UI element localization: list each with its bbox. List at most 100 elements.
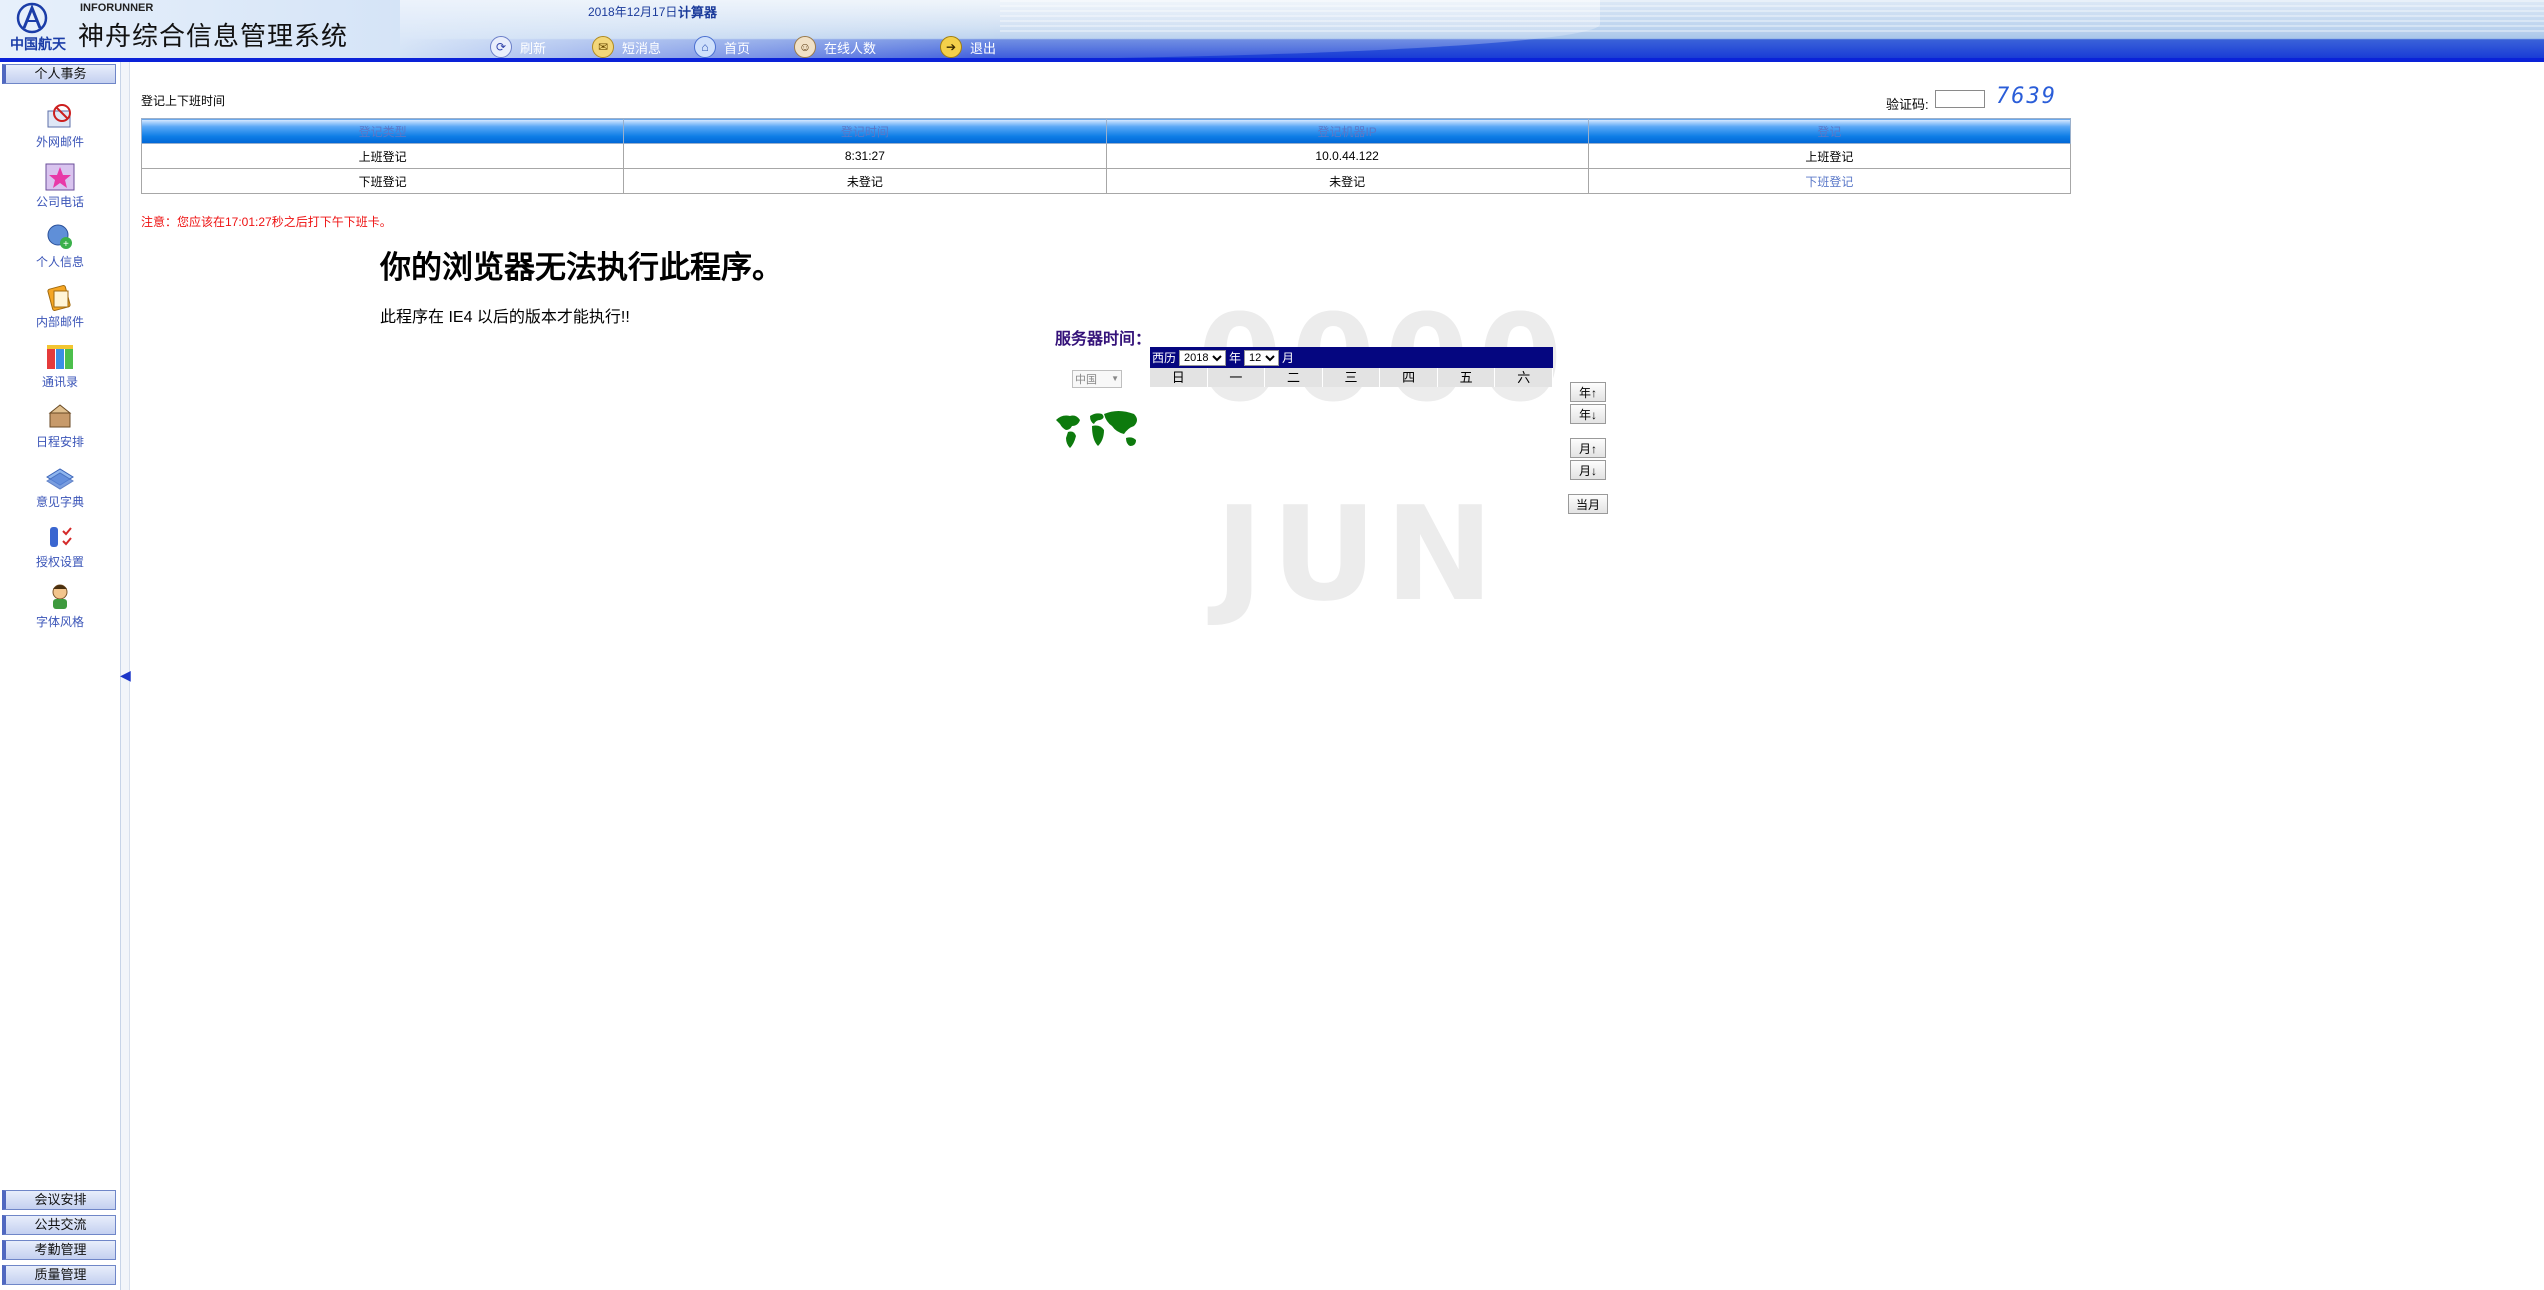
sidebar-group-personal[interactable]: 个人事务 — [2, 64, 116, 84]
month-up-button[interactable]: 月↑ — [1570, 438, 1606, 458]
calendar-type-label: 西历 — [1152, 351, 1177, 365]
schedule-icon — [43, 402, 77, 432]
font-style-icon — [43, 582, 77, 612]
sidebar-item-personal-info[interactable]: + 个人信息 — [0, 222, 120, 270]
collapse-sidebar-arrow-icon[interactable]: ◀ — [120, 665, 131, 685]
column-header: 登记时间 — [623, 118, 1107, 144]
year-select[interactable]: 2018 — [1179, 349, 1227, 366]
year-up-button[interactable]: 年↑ — [1570, 382, 1606, 402]
cell-type: 上班登记 — [140, 143, 625, 169]
sidebar-group-attendance[interactable]: 考勤管理 — [2, 1240, 116, 1260]
cell-time: 未登记 — [623, 168, 1107, 194]
authorization-settings-icon — [43, 522, 77, 552]
sidebar-item-company-phone[interactable]: 公司电话 — [0, 162, 120, 210]
year-unit-label: 年 — [1229, 351, 1242, 365]
clock-out-notice: 注意：您应该在17:01:27秒之后打下午下班卡。 — [141, 215, 392, 229]
brand-name: INFORUNNER — [80, 2, 154, 14]
calendar-toolbar: 西历 2018 年 12 月 — [1150, 347, 1553, 368]
weekday-fri: 五 — [1438, 368, 1496, 387]
internal-mail-icon — [43, 282, 77, 312]
captcha-label: 验证码: — [1886, 97, 1929, 112]
sidebar-item-schedule[interactable]: 日程安排 — [0, 402, 120, 450]
sidebar-group-meetings[interactable]: 会议安排 — [2, 1190, 116, 1210]
weekday-tue: 二 — [1265, 368, 1323, 387]
table-row: 下班登记 未登记 未登记 下班登记 — [140, 168, 2072, 194]
year-down-button[interactable]: 年↓ — [1570, 404, 1606, 424]
column-header: 登记 — [1587, 118, 2072, 144]
cell-time: 8:31:27 — [623, 143, 1107, 169]
nav-home[interactable]: ⌂ 首页 — [694, 36, 750, 58]
sidebar-item-label: 字体风格 — [35, 615, 84, 629]
cell-type: 下班登记 — [140, 168, 625, 194]
sidebar-item-authorization-settings[interactable]: 授权设置 — [0, 522, 120, 570]
sidebar-group-quality[interactable]: 质量管理 — [2, 1265, 116, 1285]
system-title: 神舟综合信息管理系统 — [78, 21, 349, 51]
home-icon: ⌂ — [694, 36, 716, 58]
captcha-input[interactable] — [1935, 90, 1985, 108]
weekday-mon: 一 — [1208, 368, 1266, 387]
nav-online-users-label: 在线人数 — [824, 40, 877, 56]
sidebar-item-label: 外网邮件 — [35, 135, 84, 149]
month-down-button[interactable]: 月↓ — [1570, 460, 1606, 480]
current-month-button[interactable]: 当月 — [1568, 494, 1608, 514]
region-selected-value: 中国 — [1075, 374, 1097, 386]
region-select[interactable]: 中国 ▼ — [1072, 370, 1122, 388]
month-unit-label: 月 — [1282, 351, 1295, 365]
nav-exit-label: 退出 — [970, 40, 997, 56]
weekday-sun: 日 — [1150, 368, 1208, 387]
attendance-table: 登记类型 登记时间 登记机器IP 登记 上班登记 8:31:27 10.0.44… — [140, 118, 2072, 194]
weekday-wed: 三 — [1323, 368, 1381, 387]
external-mail-icon — [43, 102, 77, 132]
column-header: 登记机器IP — [1105, 118, 1589, 144]
browser-error-heading: 你的浏览器无法执行此程序。 — [380, 250, 783, 285]
calendar-weekday-header: 日 一 二 三 四 五 六 — [1150, 368, 1554, 387]
personal-info-icon: + — [43, 222, 77, 252]
sidebar-item-label: 公司电话 — [35, 195, 84, 209]
nav-messages[interactable]: ✉ 短消息 — [592, 36, 661, 58]
captcha-image: 7639 — [1996, 84, 2057, 109]
sidebar-item-label: 日程安排 — [35, 435, 84, 449]
server-time-label: 服务器时间： — [1055, 331, 1152, 348]
header-nav-band — [0, 58, 2544, 62]
header-stripes — [1000, 0, 2544, 34]
sidebar-item-address-book[interactable]: 通讯录 — [0, 342, 120, 390]
online-users-icon: ☺ — [794, 36, 816, 58]
column-header: 登记类型 — [140, 118, 625, 144]
cell-action: 上班登记 — [1587, 143, 2072, 169]
logo-text: 中国航天 — [10, 36, 66, 52]
cell-ip: 未登记 — [1105, 168, 1589, 194]
address-book-icon — [43, 342, 77, 372]
casc-logo-icon — [16, 2, 48, 34]
sidebar-item-font-style[interactable]: 字体风格 — [0, 582, 120, 630]
nav-refresh-label: 刷新 — [520, 40, 547, 56]
sidebar-item-opinion-dictionary[interactable]: 意见字典 — [0, 462, 120, 510]
exit-icon: ➔ — [940, 36, 962, 58]
sidebar-item-label: 内部邮件 — [35, 315, 84, 329]
sidebar-item-label: 授权设置 — [35, 555, 84, 569]
nav-exit[interactable]: ➔ 退出 — [940, 36, 996, 58]
chevron-down-icon: ▼ — [1111, 374, 1119, 383]
header-date: 2018年12月17日 — [588, 5, 678, 19]
world-map-icon[interactable] — [1054, 406, 1144, 454]
month-select[interactable]: 12 — [1244, 349, 1280, 366]
cell-action: 下班登记 — [1587, 168, 2072, 194]
nav-refresh[interactable]: ⟳ 刷新 — [490, 36, 546, 58]
nav-online-users[interactable]: ☺ 在线人数 — [794, 36, 876, 58]
opinion-dictionary-icon — [43, 462, 77, 492]
weekday-thu: 四 — [1380, 368, 1438, 387]
svg-text:+: + — [63, 239, 69, 250]
table-row: 上班登记 8:31:27 10.0.44.122 上班登记 — [140, 143, 2072, 169]
calculator-link[interactable]: 计算器 — [678, 2, 717, 21]
sidebar-group-public-exchange[interactable]: 公共交流 — [2, 1215, 116, 1235]
cell-ip: 10.0.44.122 — [1105, 143, 1589, 169]
sidebar-item-internal-mail[interactable]: 内部邮件 — [0, 282, 120, 330]
clock-out-link[interactable]: 下班登记 — [1805, 175, 1853, 189]
nav-home-label: 首页 — [724, 40, 751, 56]
weekday-sat: 六 — [1495, 368, 1554, 387]
month-watermark: JUN — [1215, 478, 1502, 630]
section-title: 登记上下班时间 — [141, 94, 226, 108]
top-header: 中国航天 INFORUNNER 神舟综合信息管理系统 2018年12月17日 计… — [0, 0, 2544, 62]
refresh-icon: ⟳ — [490, 36, 512, 58]
sidebar-item-external-mail[interactable]: 外网邮件 — [0, 102, 120, 150]
message-icon: ✉ — [592, 36, 614, 58]
